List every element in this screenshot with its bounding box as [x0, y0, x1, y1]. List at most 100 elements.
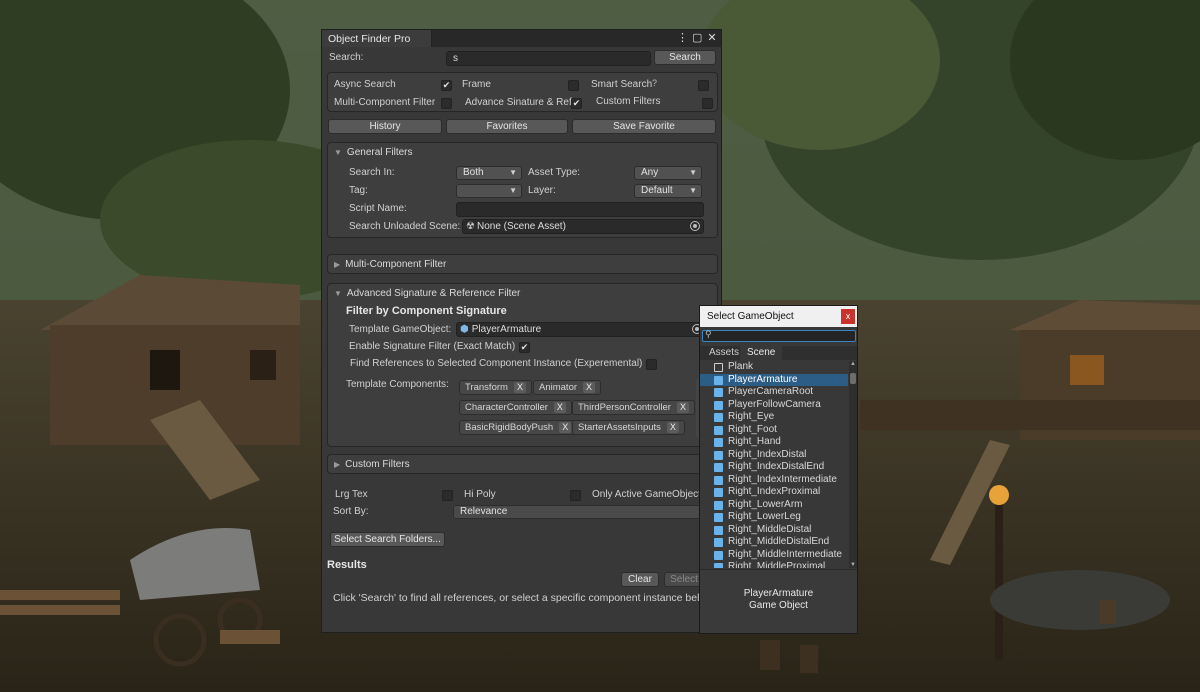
preview-type: Game Object [749, 600, 808, 611]
component-name: ThirdPersonController [578, 402, 671, 413]
list-item[interactable]: Right_IndexIntermediate [700, 474, 848, 487]
list-item-label: Right_LowerArm [728, 498, 803, 510]
list-item[interactable]: Right_MiddleIntermediate [700, 549, 848, 562]
list-item[interactable]: PlayerCameraRoot [700, 386, 848, 399]
list-item[interactable]: PlayerFollowCamera [700, 399, 848, 412]
gameobject-cube-icon [714, 475, 723, 485]
dropdown-arrow-icon: ▼ [689, 168, 697, 177]
popup-title: Select GameObject [707, 311, 794, 322]
object-picker-icon[interactable] [690, 221, 700, 231]
gameobject-cube-icon [714, 400, 723, 410]
popup-search-input[interactable]: ⚲ [702, 329, 856, 342]
search-in-value: Both [463, 167, 484, 178]
gameobject-cube-icon [714, 513, 723, 522]
maximize-icon[interactable]: ▢ [692, 31, 702, 44]
search-button[interactable]: Search [654, 50, 716, 65]
kebab-icon[interactable]: ⋮ [677, 31, 688, 44]
remove-component-button[interactable]: X [513, 382, 526, 393]
frame-checkbox[interactable] [568, 80, 579, 91]
template-gameobject-label: Template GameObject: [349, 324, 452, 335]
general-filters-foldout[interactable]: ▼ General Filters [334, 147, 413, 158]
list-item[interactable]: Right_LowerArm [700, 499, 848, 512]
popup-close-button[interactable]: x [841, 309, 855, 324]
gameobject-cube-icon [714, 450, 723, 460]
template-gameobject-field[interactable]: ⬢ PlayerArmature [456, 322, 706, 337]
list-item[interactable]: Right_LowerLeg [700, 511, 848, 524]
general-filters-title: General Filters [346, 147, 413, 158]
preview-name: PlayerArmature [743, 588, 814, 599]
enable-signature-checkbox[interactable]: ✔ [519, 342, 530, 353]
custom-filters-foldout[interactable]: ▶ Custom Filters [334, 459, 410, 470]
advance-signature-checkbox[interactable]: ✔ [571, 98, 582, 109]
multi-component-panel: ▶ Multi-Component Filter [327, 254, 718, 274]
hi-poly-label: Hi Poly [464, 489, 496, 500]
list-item[interactable]: Right_MiddleDistal [700, 524, 848, 537]
help-icon[interactable]: ? [652, 78, 657, 88]
find-references-label: Find References to Selected Component In… [350, 358, 643, 369]
find-references-checkbox[interactable] [646, 359, 657, 370]
multi-component-checkbox[interactable] [441, 98, 452, 109]
list-item-label: Right_IndexDistal [728, 448, 807, 460]
list-item[interactable]: Right_MiddleProximal [700, 561, 848, 568]
list-item[interactable]: Right_IndexProximal [700, 486, 848, 499]
unloaded-scene-value: None (Scene Asset) [476, 221, 566, 232]
filter-by-signature-heading: Filter by Component Signature [346, 305, 507, 317]
list-item[interactable]: Right_IndexDistalEnd [700, 461, 848, 474]
results-message: Click 'Search' to find all references, o… [333, 592, 713, 604]
advanced-signature-foldout[interactable]: ▼ Advanced Signature & Reference Filter [334, 288, 520, 299]
remove-component-button[interactable]: X [553, 402, 566, 413]
script-name-input[interactable] [456, 202, 704, 217]
list-item[interactable]: Right_Foot [700, 424, 848, 437]
clear-button[interactable]: Clear [621, 572, 659, 587]
custom-filters-checkbox[interactable] [702, 98, 713, 109]
history-button[interactable]: History [328, 119, 442, 134]
remove-component-button[interactable]: X [559, 422, 572, 433]
template-gameobject-value: PlayerArmature [471, 324, 542, 335]
search-in-dropdown[interactable]: Both ▼ [456, 166, 522, 180]
tab-scene[interactable]: Scene [740, 346, 783, 360]
hi-poly-checkbox[interactable] [570, 490, 581, 501]
unloaded-scene-field[interactable]: ☢ None (Scene Asset) [462, 219, 704, 234]
component-name: CharacterController [465, 402, 548, 413]
lrg-tex-checkbox[interactable] [442, 490, 453, 501]
list-item[interactable]: Right_Eye [700, 411, 848, 424]
gameobject-list: Plank PlayerArmature PlayerCameraRoot Playe… [700, 361, 848, 568]
sort-by-label: Sort By: [333, 506, 369, 517]
scroll-down-icon[interactable]: ▼ [849, 562, 857, 568]
window-tab-title[interactable]: Object Finder Pro [322, 30, 432, 47]
save-favorite-button[interactable]: Save Favorite [572, 119, 716, 134]
gameobject-cube-icon [714, 413, 723, 422]
asset-type-dropdown[interactable]: Any ▼ [634, 166, 702, 180]
async-search-checkbox[interactable]: ✔ [441, 80, 452, 91]
list-item[interactable]: Right_MiddleDistalEnd [700, 536, 848, 549]
layer-dropdown[interactable]: Default ▼ [634, 184, 702, 198]
list-item[interactable]: PlayerArmature [700, 373, 848, 386]
object-preview: PlayerArmature Game Object [700, 569, 857, 633]
list-item[interactable]: Right_Hand [700, 436, 848, 449]
layer-label: Layer: [528, 185, 556, 196]
tag-dropdown[interactable]: ▼ [456, 184, 522, 198]
gameobject-cube-icon [714, 425, 723, 435]
smart-search-checkbox[interactable] [698, 80, 709, 91]
sort-by-dropdown[interactable]: Relevance [453, 505, 713, 519]
list-item-label: Right_IndexIntermediate [728, 473, 837, 485]
multi-component-foldout[interactable]: ▶ Multi-Component Filter [334, 259, 446, 270]
remove-component-button[interactable]: X [676, 402, 689, 413]
list-scrollbar[interactable]: ▲ ▼ [849, 361, 857, 568]
gameobject-cube-icon [714, 438, 723, 447]
list-item[interactable]: Plank [700, 361, 848, 374]
expanded-arrow-icon: ▼ [334, 148, 342, 157]
remove-component-button[interactable]: X [666, 422, 679, 433]
scroll-up-icon[interactable]: ▲ [849, 361, 857, 367]
remove-component-button[interactable]: X [583, 382, 596, 393]
dropdown-arrow-icon: ▼ [509, 186, 517, 195]
select-search-folders-button[interactable]: Select Search Folders... [330, 532, 445, 547]
scrollbar-thumb[interactable] [850, 373, 856, 384]
expanded-arrow-icon: ▼ [334, 289, 342, 298]
favorites-button[interactable]: Favorites [446, 119, 568, 134]
select-button[interactable]: Select [664, 572, 704, 587]
list-item[interactable]: Right_IndexDistal [700, 449, 848, 462]
close-icon[interactable]: ✕ [707, 31, 717, 44]
search-input[interactable]: s [446, 51, 651, 66]
gameobject-cube-icon [714, 375, 723, 385]
